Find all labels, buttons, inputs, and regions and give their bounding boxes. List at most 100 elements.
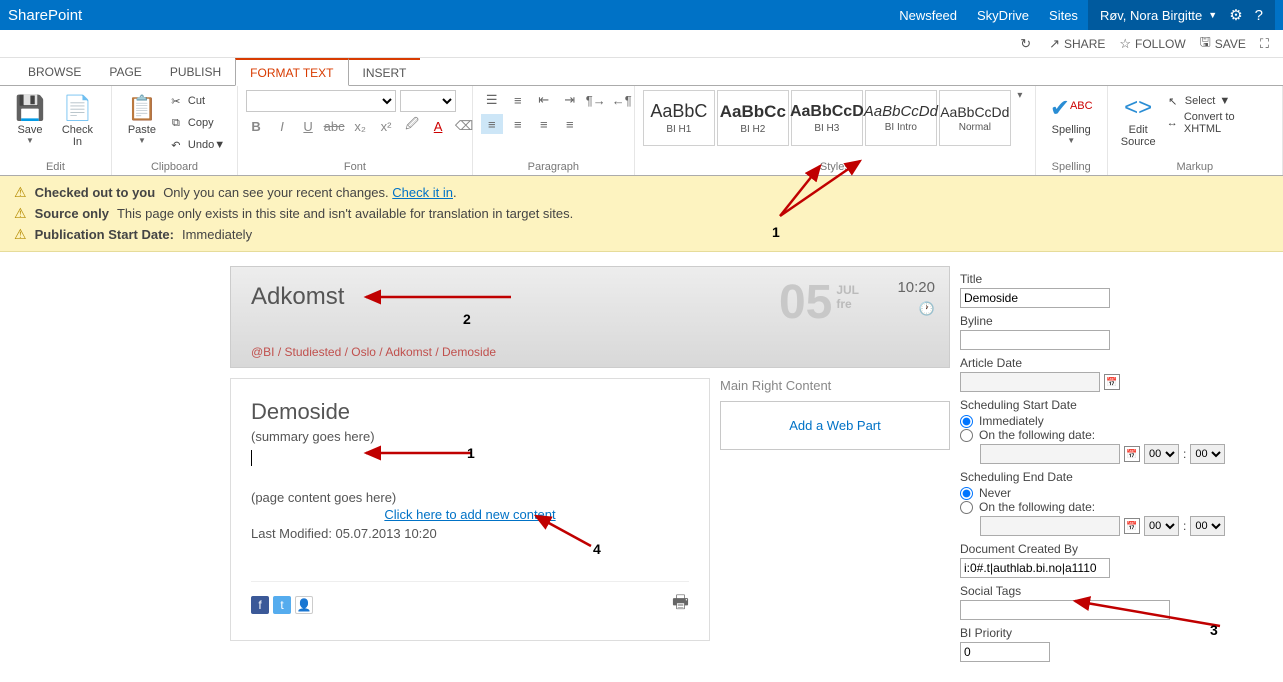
sched-end-date-radio[interactable]: [960, 501, 973, 514]
add-content-link[interactable]: Click here to add new content: [251, 507, 689, 522]
sched-start-date-radio[interactable]: [960, 429, 973, 442]
crumb-demoside[interactable]: Demoside: [442, 345, 496, 359]
breadcrumb: @BI / Studiested / Oslo / Adkomst / Demo…: [251, 345, 929, 359]
help-icon[interactable]: ?: [1255, 7, 1263, 24]
italic-button[interactable]: I: [272, 116, 292, 136]
ribbon-tabs: BROWSE PAGE PUBLISH FORMAT TEXT INSERT: [0, 58, 1283, 86]
paste-button[interactable]: 📋 Paste▼: [120, 90, 164, 147]
style-bi-intro[interactable]: AaBbCcDdBI Intro: [865, 90, 937, 146]
indent-button[interactable]: ⇥: [559, 90, 581, 110]
save-button[interactable]: 🖫SAVE: [1200, 33, 1246, 55]
follow-button[interactable]: ☆FOLLOW: [1119, 36, 1185, 52]
convert-xhtml-button[interactable]: ↔Convert to XHTML: [1161, 112, 1274, 134]
skydrive-link[interactable]: SkyDrive: [967, 8, 1039, 23]
font-color-button[interactable]: A: [428, 116, 448, 136]
edit-source-button[interactable]: <> Edit Source: [1116, 90, 1161, 150]
crumb-bi[interactable]: @BI: [251, 345, 275, 359]
print-icon[interactable]: 🖶: [672, 590, 689, 620]
calendar-icon[interactable]: 📅: [1124, 446, 1140, 462]
facebook-icon[interactable]: f: [251, 596, 269, 614]
share-icon[interactable]: 👤: [295, 596, 313, 614]
checkin-link[interactable]: Check it in: [392, 185, 453, 200]
bold-button[interactable]: B: [246, 116, 266, 136]
ribbon-group-spelling: ✔ABC Spelling▼ Spelling: [1036, 86, 1108, 175]
annotation-3: 3: [1210, 622, 1218, 638]
copy-button[interactable]: ⧉Copy: [164, 112, 229, 134]
crumb-studiested[interactable]: Studiested: [285, 345, 342, 359]
focus-button[interactable]: ⛶: [1260, 36, 1273, 52]
style-bi-h3[interactable]: AaBbCcDBI H3: [791, 90, 863, 146]
twitter-icon[interactable]: t: [273, 596, 291, 614]
sched-end-label: Scheduling End Date: [960, 470, 1232, 484]
subscript-button[interactable]: x₂: [350, 116, 370, 136]
sched-end-min[interactable]: 00: [1190, 516, 1225, 536]
byline-input[interactable]: [960, 330, 1110, 350]
bi-priority-input[interactable]: [960, 642, 1050, 662]
sites-link[interactable]: Sites: [1039, 8, 1088, 23]
page-title: Demoside: [251, 399, 689, 425]
suite-bar: SharePoint Newsfeed SkyDrive Sites Røv, …: [0, 0, 1283, 30]
focus-icon: ⛶: [1260, 36, 1269, 52]
save-ribbon-button[interactable]: 💾 Save▼: [8, 90, 52, 147]
strike-button[interactable]: abc: [324, 116, 344, 136]
number-list-button[interactable]: ≡: [507, 90, 529, 110]
underline-button[interactable]: U: [298, 116, 318, 136]
tab-page[interactable]: PAGE: [95, 58, 155, 85]
styles-more-button[interactable]: ▾: [1013, 90, 1027, 105]
sched-end-hour[interactable]: 00: [1144, 516, 1179, 536]
sched-start-date-input[interactable]: [980, 444, 1120, 464]
tab-format-text[interactable]: FORMAT TEXT: [235, 58, 348, 86]
style-bi-h2[interactable]: AaBbCcBI H2: [717, 90, 789, 146]
align-right-button[interactable]: ≡: [533, 114, 555, 134]
sched-start-immediately-radio[interactable]: [960, 415, 973, 428]
tab-browse[interactable]: BROWSE: [14, 58, 95, 85]
superscript-button[interactable]: x²: [376, 116, 396, 136]
annotation-1: 1: [772, 224, 780, 240]
rtl-button[interactable]: ←¶: [611, 90, 633, 110]
title-input[interactable]: [960, 288, 1110, 308]
calendar-icon[interactable]: 📅: [1124, 518, 1140, 534]
ltr-button[interactable]: ¶→: [585, 90, 607, 110]
align-center-button[interactable]: ≡: [507, 114, 529, 134]
last-modified: Last Modified: 05.07.2013 10:20: [251, 526, 689, 541]
annotation-4: 4: [593, 541, 601, 557]
font-family-select[interactable]: [246, 90, 396, 112]
style-normal[interactable]: AaBbCcDdNormal: [939, 90, 1011, 146]
sync-button[interactable]: ↻: [1020, 36, 1035, 52]
clock-icon: 🕐: [919, 301, 935, 317]
sched-end-date-input[interactable]: [980, 516, 1120, 536]
newsfeed-link[interactable]: Newsfeed: [889, 8, 967, 23]
cut-button[interactable]: ✂Cut: [164, 90, 229, 112]
gear-icon[interactable]: ⚙: [1229, 6, 1242, 24]
outdent-button[interactable]: ⇤: [533, 90, 555, 110]
user-menu[interactable]: Røv, Nora Birgitte ▼ ⚙ ?: [1088, 0, 1275, 30]
tab-publish[interactable]: PUBLISH: [156, 58, 235, 85]
tab-insert[interactable]: INSERT: [349, 58, 421, 85]
bullet-list-button[interactable]: ☰: [481, 90, 503, 110]
font-size-select[interactable]: [400, 90, 456, 112]
align-justify-button[interactable]: ≡: [559, 114, 581, 134]
ribbon-group-edit: 💾 Save▼ 📄 Check In Edit: [0, 86, 112, 175]
style-bi-h1[interactable]: AaBbCBI H1: [643, 90, 715, 146]
main-editor[interactable]: Demoside (summary goes here) 1 (page con…: [230, 378, 710, 641]
ribbon-group-clipboard: 📋 Paste▼ ✂Cut ⧉Copy ↶Undo ▼ Clipboard: [112, 86, 238, 175]
social-tags-input[interactable]: [960, 600, 1170, 620]
share-button[interactable]: ↗SHARE: [1049, 36, 1105, 52]
highlight-button[interactable]: 🖉: [402, 116, 422, 136]
undo-button[interactable]: ↶Undo ▼: [164, 134, 229, 156]
sched-end-never-radio[interactable]: [960, 487, 973, 500]
sched-start-hour[interactable]: 00: [1144, 444, 1179, 464]
spelling-button[interactable]: ✔ABC Spelling▼: [1044, 90, 1099, 147]
crumb-oslo[interactable]: Oslo: [351, 345, 376, 359]
article-date-input[interactable]: [960, 372, 1100, 392]
select-button[interactable]: ↖Select ▼: [1161, 90, 1274, 112]
add-webpart-button[interactable]: Add a Web Part: [720, 401, 950, 450]
doc-created-input[interactable]: [960, 558, 1110, 578]
sched-start-min[interactable]: 00: [1190, 444, 1225, 464]
checkin-button[interactable]: 📄 Check In: [52, 90, 103, 150]
align-left-button[interactable]: ≡: [481, 114, 503, 134]
clear-format-button[interactable]: ⌫: [454, 116, 474, 136]
properties-panel: Title Byline Article Date 📅 Scheduling S…: [950, 266, 1250, 662]
calendar-icon[interactable]: 📅: [1104, 374, 1120, 390]
crumb-adkomst[interactable]: Adkomst: [385, 345, 432, 359]
